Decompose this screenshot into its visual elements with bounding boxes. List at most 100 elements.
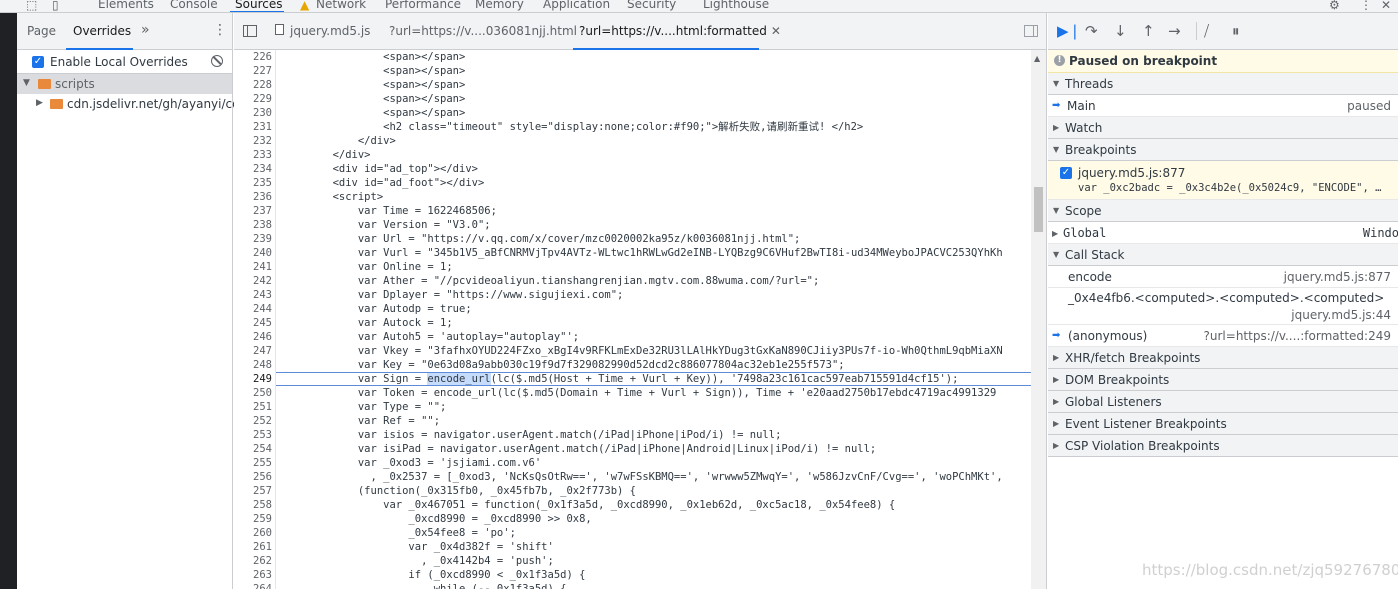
code-line[interactable]: 250 var Token = encode_url(lc($.md5(Doma… <box>234 386 1031 400</box>
code-line[interactable]: 263 if (_0xcd8990 < _0x1f3a5d) { <box>234 568 1031 582</box>
code-line[interactable]: 237 var Time = 1622468506; <box>234 204 1031 218</box>
code-line[interactable]: 256 , _0x2537 = [_0xod3, 'NcKsQsOtRw==',… <box>234 470 1031 484</box>
scope-global[interactable]: ▶ Global Windo <box>1048 222 1398 244</box>
line-number[interactable]: 261 <box>234 540 272 554</box>
code-line[interactable]: 238 var Version = "V3.0"; <box>234 218 1031 232</box>
line-number[interactable]: 263 <box>234 568 272 582</box>
section-threads[interactable]: ▼ Threads <box>1048 73 1398 95</box>
line-number[interactable]: 236 <box>234 190 272 204</box>
resume-icon[interactable]: ▶❘ <box>1057 22 1081 40</box>
line-number[interactable]: 231 <box>234 120 272 134</box>
line-number[interactable]: 256 <box>234 470 272 484</box>
line-number[interactable]: 241 <box>234 260 272 274</box>
line-number[interactable]: 230 <box>234 106 272 120</box>
code-line[interactable]: 246 var Autoh5 = 'autoplay="autoplay"'; <box>234 330 1031 344</box>
code-line[interactable]: 244 var Autodp = true; <box>234 302 1031 316</box>
toggle-debugger-icon[interactable] <box>1024 25 1038 37</box>
code-line[interactable]: 232 </div> <box>234 134 1031 148</box>
editor-tab-jquery-md5[interactable]: jquery.md5.js <box>290 24 370 38</box>
code-line[interactable]: 251 var Type = ""; <box>234 400 1031 414</box>
code-line[interactable]: 234 <div id="ad_top"></div> <box>234 162 1031 176</box>
code-line[interactable]: 254 var isiPad = navigator.userAgent.mat… <box>234 442 1031 456</box>
section-xhr-breakpoints[interactable]: ▶ XHR/fetch Breakpoints <box>1048 347 1398 369</box>
section-event-listener-breakpoints[interactable]: ▶ Event Listener Breakpoints <box>1048 413 1398 435</box>
clear-overrides-icon[interactable] <box>211 55 223 67</box>
line-number[interactable]: 243 <box>234 288 272 302</box>
selected-token[interactable]: encode_url <box>427 373 491 385</box>
step-into-icon[interactable]: ↓ <box>1114 22 1127 40</box>
tab-sources[interactable]: Sources <box>235 0 282 11</box>
editor-tab-formatted[interactable]: ?url=https://v....html:formatted ✕ <box>579 24 781 38</box>
line-number[interactable]: 262 <box>234 554 272 568</box>
line-number[interactable]: 258 <box>234 498 272 512</box>
line-number[interactable]: 249 <box>234 372 272 386</box>
step-over-icon[interactable]: ↷ <box>1085 22 1098 40</box>
more-options-icon[interactable]: ⋮ <box>1360 0 1372 12</box>
scroll-up-icon[interactable]: ▲ <box>1034 54 1040 63</box>
editor-scrollbar[interactable]: ▲ <box>1031 50 1046 589</box>
code-line[interactable]: 240 var Vurl = "345b1V5_aBfCNRMVjTpv4AVT… <box>234 246 1031 260</box>
code-line[interactable]: 243 var Dplayer = "https://www.sigujiexi… <box>234 288 1031 302</box>
code-line[interactable]: 248 var Key = "0e63d08a9abb030c19f9d7f32… <box>234 358 1031 372</box>
section-global-listeners[interactable]: ▶ Global Listeners <box>1048 391 1398 413</box>
line-number[interactable]: 226 <box>234 50 272 64</box>
line-number[interactable]: 248 <box>234 358 272 372</box>
line-number[interactable]: 228 <box>234 78 272 92</box>
navigator-menu-icon[interactable]: ⋮ <box>213 22 227 38</box>
call-frame-current[interactable]: ➡ (anonymous) ?url=https://v....:formatt… <box>1048 325 1398 347</box>
line-number[interactable]: 242 <box>234 274 272 288</box>
code-line[interactable]: 242 var Ather = "//pcvideoaliyun.tiansha… <box>234 274 1031 288</box>
line-number[interactable]: 247 <box>234 344 272 358</box>
editor-tab-url-html[interactable]: ?url=https://v....036081njj.html <box>389 24 577 38</box>
line-number[interactable]: 246 <box>234 330 272 344</box>
code-line[interactable]: 230 <span></span> <box>234 106 1031 120</box>
call-frame[interactable]: encode jquery.md5.js:877 <box>1048 266 1398 288</box>
section-dom-breakpoints[interactable]: ▶ DOM Breakpoints <box>1048 369 1398 391</box>
tree-item-cdn-folder[interactable]: ▶ cdn.jsdelivr.net/gh/ayanyi/cdn@ <box>17 94 259 114</box>
code-line[interactable]: 259 _0xcd8990 = _0xcd8990 >> 0x8, <box>234 512 1031 526</box>
section-scope[interactable]: ▼ Scope <box>1048 200 1398 222</box>
line-number[interactable]: 244 <box>234 302 272 316</box>
tab-console[interactable]: Console <box>170 0 218 11</box>
code-area[interactable]: 226 <span></span> 227 <span></span> 228 <s… <box>234 50 1031 589</box>
line-number[interactable]: 245 <box>234 316 272 330</box>
code-line[interactable]: 255 var _0xod3 = 'jsjiami.com.v6' <box>234 456 1031 470</box>
code-line[interactable]: 226 <span></span> <box>234 50 1031 64</box>
step-out-icon[interactable]: ↑ <box>1142 22 1155 40</box>
step-icon[interactable]: → <box>1168 22 1181 40</box>
tab-application[interactable]: Application <box>543 0 610 11</box>
code-line-current[interactable]: 249 var Sign = encode_url(lc($.md5(Host … <box>234 372 1031 386</box>
section-watch[interactable]: ▶ Watch <box>1048 117 1398 139</box>
tab-overrides[interactable]: Overrides <box>73 24 131 38</box>
tab-lighthouse[interactable]: Lighthouse <box>703 0 769 11</box>
thread-main[interactable]: ➡ Main paused <box>1048 95 1398 117</box>
line-number[interactable]: 229 <box>234 92 272 106</box>
inspect-element-icon[interactable]: ⬚ <box>26 0 37 12</box>
tab-network[interactable]: Network <box>316 0 366 11</box>
tab-page[interactable]: Page <box>27 24 56 38</box>
tab-security[interactable]: Security <box>627 0 676 11</box>
close-tab-icon[interactable]: ✕ <box>771 24 781 38</box>
line-number[interactable]: 251 <box>234 400 272 414</box>
collapsed-arrow-icon[interactable]: ▶ <box>1052 229 1058 238</box>
frame-location[interactable]: jquery.md5.js:877 <box>1284 270 1391 284</box>
settings-gear-icon[interactable]: ⚙ <box>1329 0 1340 12</box>
expanded-arrow-icon[interactable]: ▼ <box>23 78 30 88</box>
code-line[interactable]: 252 var Ref = ""; <box>234 414 1031 428</box>
code-line[interactable]: 253 var isios = navigator.userAgent.matc… <box>234 428 1031 442</box>
code-line[interactable]: 235 <div id="ad_foot"></div> <box>234 176 1031 190</box>
deactivate-breakpoints-icon[interactable]: ⧸ <box>1204 22 1209 40</box>
line-number[interactable]: 234 <box>234 162 272 176</box>
code-line[interactable]: 233 </div> <box>234 148 1031 162</box>
line-number[interactable]: 250 <box>234 386 272 400</box>
device-toolbar-icon[interactable]: ▯ <box>52 0 59 12</box>
line-number[interactable]: 259 <box>234 512 272 526</box>
line-number[interactable]: 252 <box>234 414 272 428</box>
breakpoint-item[interactable]: ✓ jquery.md5.js:877 var _0xc2badc = _0x3… <box>1048 161 1398 200</box>
tab-elements[interactable]: Elements <box>98 0 154 11</box>
frame-location[interactable]: ?url=https://v....:formatted:249 <box>1204 329 1391 343</box>
line-number[interactable]: 253 <box>234 428 272 442</box>
line-number[interactable]: 233 <box>234 148 272 162</box>
code-line[interactable]: 231 <h2 class="timeout" style="display:n… <box>234 120 1031 134</box>
code-line[interactable]: 262 , _0x4142b4 = 'push'; <box>234 554 1031 568</box>
